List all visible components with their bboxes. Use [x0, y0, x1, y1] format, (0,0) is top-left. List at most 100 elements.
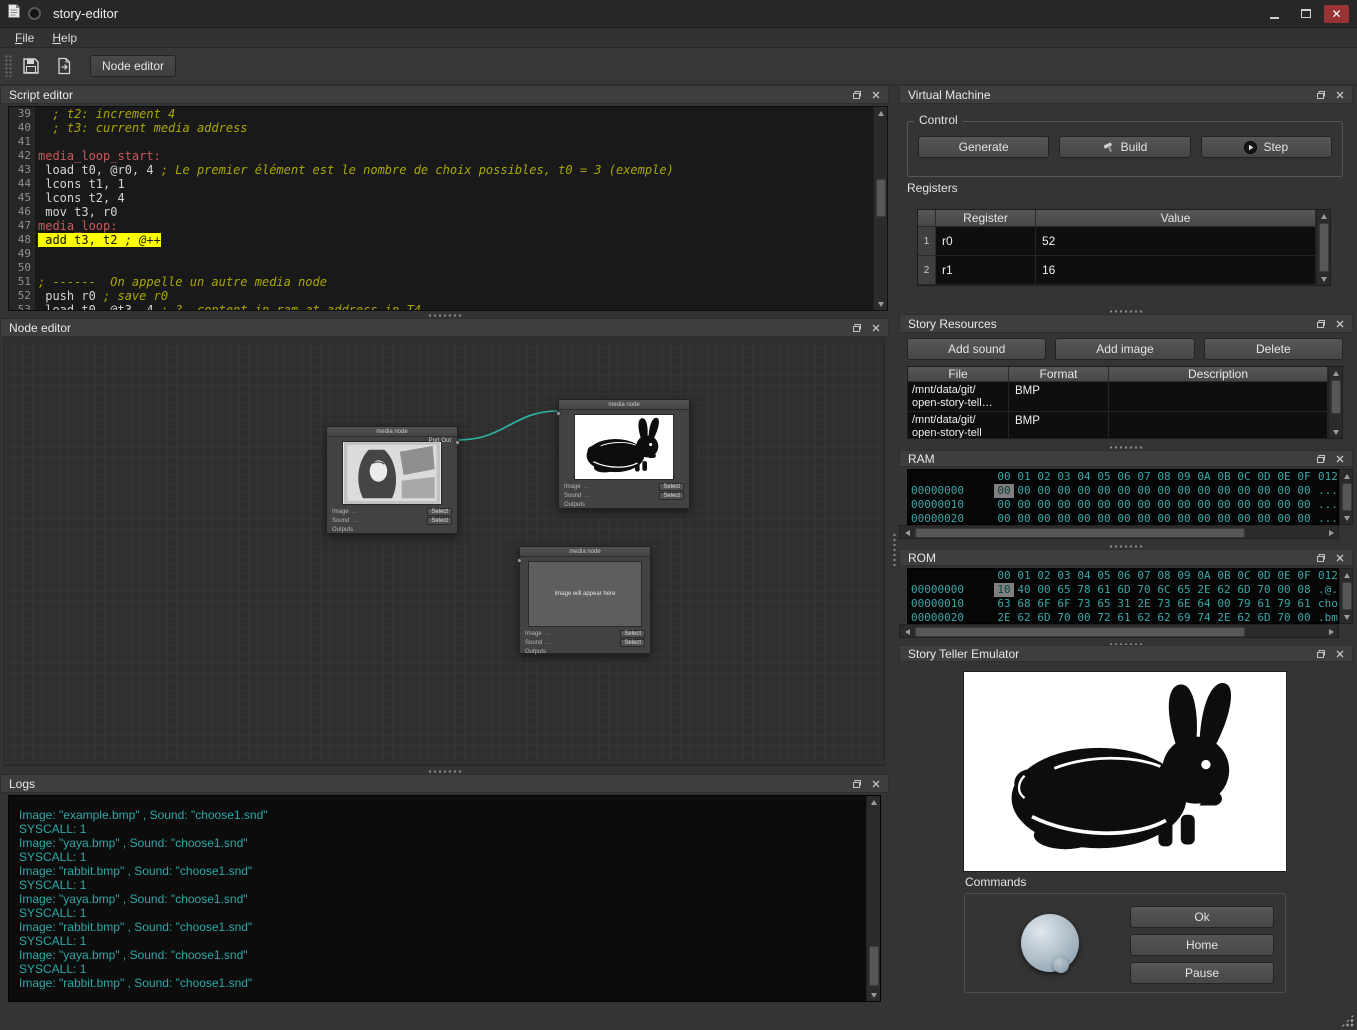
- script-editor-scrollbar[interactable]: [873, 107, 887, 310]
- scrollbar-thumb[interactable]: [915, 528, 1245, 538]
- ram-hscrollbar[interactable]: [899, 525, 1339, 539]
- registers-scrollbar[interactable]: [1316, 210, 1330, 285]
- emulator-titlebar[interactable]: Story Teller Emulator: [899, 645, 1353, 662]
- close-panel-icon[interactable]: [1333, 648, 1346, 659]
- close-panel-icon[interactable]: [1333, 552, 1346, 563]
- float-panel-button[interactable]: [1314, 453, 1327, 464]
- scroll-up-arrow[interactable]: [874, 107, 888, 119]
- close-panel-icon[interactable]: [1333, 453, 1346, 464]
- logs-titlebar[interactable]: Logs: [0, 774, 889, 793]
- rom-hscrollbar[interactable]: [899, 624, 1339, 638]
- close-panel-icon[interactable]: [869, 778, 882, 789]
- logs-scrollbar[interactable]: [866, 796, 880, 1001]
- node-select-image-button[interactable]: Select: [620, 630, 645, 638]
- hex-byte[interactable]: 00: [994, 484, 1014, 498]
- window-resize-grip[interactable]: [1341, 1014, 1354, 1027]
- window-titlebar[interactable]: story-editor ✕: [0, 0, 1357, 28]
- register-row[interactable]: 2 r1 16: [918, 256, 1316, 285]
- float-panel-button[interactable]: [1314, 318, 1327, 329]
- resources-scrollbar[interactable]: [1328, 367, 1342, 438]
- menu-file[interactable]: File: [6, 29, 43, 47]
- output-port[interactable]: [455, 440, 460, 445]
- float-panel-button[interactable]: [850, 778, 863, 789]
- node-select-sound-button[interactable]: Select: [659, 492, 684, 500]
- rom-hex[interactable]: 000102030405060708090A0B0C0D0E0F01234567…: [907, 568, 1339, 624]
- media-node-2[interactable]: media node Image: [558, 399, 690, 509]
- scroll-left-arrow[interactable]: [900, 625, 914, 639]
- node-select-image-button[interactable]: Select: [659, 483, 684, 491]
- splitter-columns[interactable]: [889, 527, 899, 573]
- toolbar-drag-handle[interactable]: [5, 55, 12, 77]
- close-panel-icon[interactable]: [1333, 318, 1346, 329]
- media-node-1[interactable]: media node Image … Select Sound … Select: [326, 426, 458, 534]
- minimize-button[interactable]: [1262, 5, 1287, 23]
- scroll-up-arrow[interactable]: [867, 796, 881, 808]
- ram-vscrollbar[interactable]: [1339, 469, 1353, 525]
- scrollbar-thumb[interactable]: [1342, 483, 1352, 511]
- float-panel-button[interactable]: [1314, 648, 1327, 659]
- input-port[interactable]: [517, 558, 522, 563]
- node-select-sound-button[interactable]: Select: [427, 517, 452, 525]
- pause-button[interactable]: Pause: [1130, 962, 1274, 984]
- resources-titlebar[interactable]: Story Resources: [899, 314, 1353, 333]
- node-titlebar[interactable]: media node: [520, 547, 650, 557]
- node-select-sound-button[interactable]: Select: [620, 639, 645, 647]
- scroll-right-arrow[interactable]: [1324, 625, 1338, 639]
- ok-button[interactable]: Ok: [1130, 906, 1274, 928]
- resource-row[interactable]: /mnt/data/git/ open-story-tell… BMP: [908, 382, 1328, 412]
- build-button[interactable]: Build: [1059, 136, 1190, 158]
- float-panel-button[interactable]: [850, 322, 863, 333]
- float-panel-button[interactable]: [1314, 552, 1327, 563]
- export-button[interactable]: [50, 53, 78, 79]
- scroll-down-arrow[interactable]: [874, 298, 888, 310]
- wheel-knob[interactable]: [1021, 914, 1079, 972]
- input-port[interactable]: [556, 411, 561, 416]
- scrollbar-thumb[interactable]: [915, 627, 1245, 637]
- node-editor-toggle-button[interactable]: Node editor: [90, 55, 176, 77]
- node-titlebar[interactable]: media node: [327, 427, 457, 437]
- scroll-right-arrow[interactable]: [1324, 526, 1338, 540]
- rom-titlebar[interactable]: ROM: [899, 549, 1353, 566]
- scroll-left-arrow[interactable]: [900, 526, 914, 540]
- save-button[interactable]: [17, 53, 45, 79]
- scroll-down-arrow[interactable]: [1340, 611, 1354, 623]
- scroll-down-arrow[interactable]: [867, 989, 881, 1001]
- home-button[interactable]: Home: [1130, 934, 1274, 956]
- register-row[interactable]: 1 r0 52: [918, 227, 1316, 256]
- close-panel-icon[interactable]: [869, 322, 882, 333]
- delete-button[interactable]: Delete: [1204, 338, 1343, 360]
- close-panel-icon[interactable]: [869, 89, 882, 100]
- resource-row[interactable]: /mnt/data/git/ open-story-tell BMP: [908, 412, 1328, 439]
- scrollbar-thumb[interactable]: [1319, 223, 1329, 272]
- media-node-3[interactable]: media node Image will appear here Image …: [519, 546, 651, 654]
- scroll-down-arrow[interactable]: [1329, 426, 1343, 438]
- scrollbar-thumb[interactable]: [1342, 582, 1352, 610]
- scrollbar-thumb[interactable]: [1331, 380, 1341, 414]
- vm-titlebar[interactable]: Virtual Machine: [899, 85, 1353, 104]
- scroll-up-arrow[interactable]: [1340, 569, 1354, 581]
- ram-titlebar[interactable]: RAM: [899, 450, 1353, 467]
- node-canvas[interactable]: media node Image … Select Sound … Select: [4, 338, 885, 766]
- close-panel-icon[interactable]: [1333, 89, 1346, 100]
- scrollbar-thumb[interactable]: [876, 179, 886, 217]
- scroll-up-arrow[interactable]: [1340, 470, 1354, 482]
- rom-vscrollbar[interactable]: [1339, 568, 1353, 624]
- scroll-up-arrow[interactable]: [1317, 210, 1331, 222]
- close-button[interactable]: ✕: [1324, 5, 1349, 23]
- float-panel-button[interactable]: [1314, 89, 1327, 100]
- script-editor-titlebar[interactable]: Script editor: [0, 85, 889, 104]
- add-image-button[interactable]: Add image: [1055, 338, 1194, 360]
- scroll-down-arrow[interactable]: [1340, 512, 1354, 524]
- ram-hex[interactable]: 000102030405060708090A0B0C0D0E0F01234567…: [907, 469, 1339, 525]
- maximize-button[interactable]: [1293, 5, 1318, 23]
- node-editor-titlebar[interactable]: Node editor: [0, 318, 889, 337]
- generate-button[interactable]: Generate: [918, 136, 1049, 158]
- node-titlebar[interactable]: media node: [559, 400, 689, 410]
- float-panel-button[interactable]: [850, 89, 863, 100]
- hex-byte[interactable]: 10: [994, 583, 1014, 597]
- scroll-up-arrow[interactable]: [1329, 367, 1343, 379]
- logs-view[interactable]: Image: "example.bmp" , Sound: "choose1.s…: [8, 795, 881, 1002]
- script-editor-area[interactable]: 39 ; t2: increment 440 ; t3: current med…: [8, 106, 888, 311]
- menu-help[interactable]: Help: [43, 29, 86, 47]
- node-select-image-button[interactable]: Select: [427, 508, 452, 516]
